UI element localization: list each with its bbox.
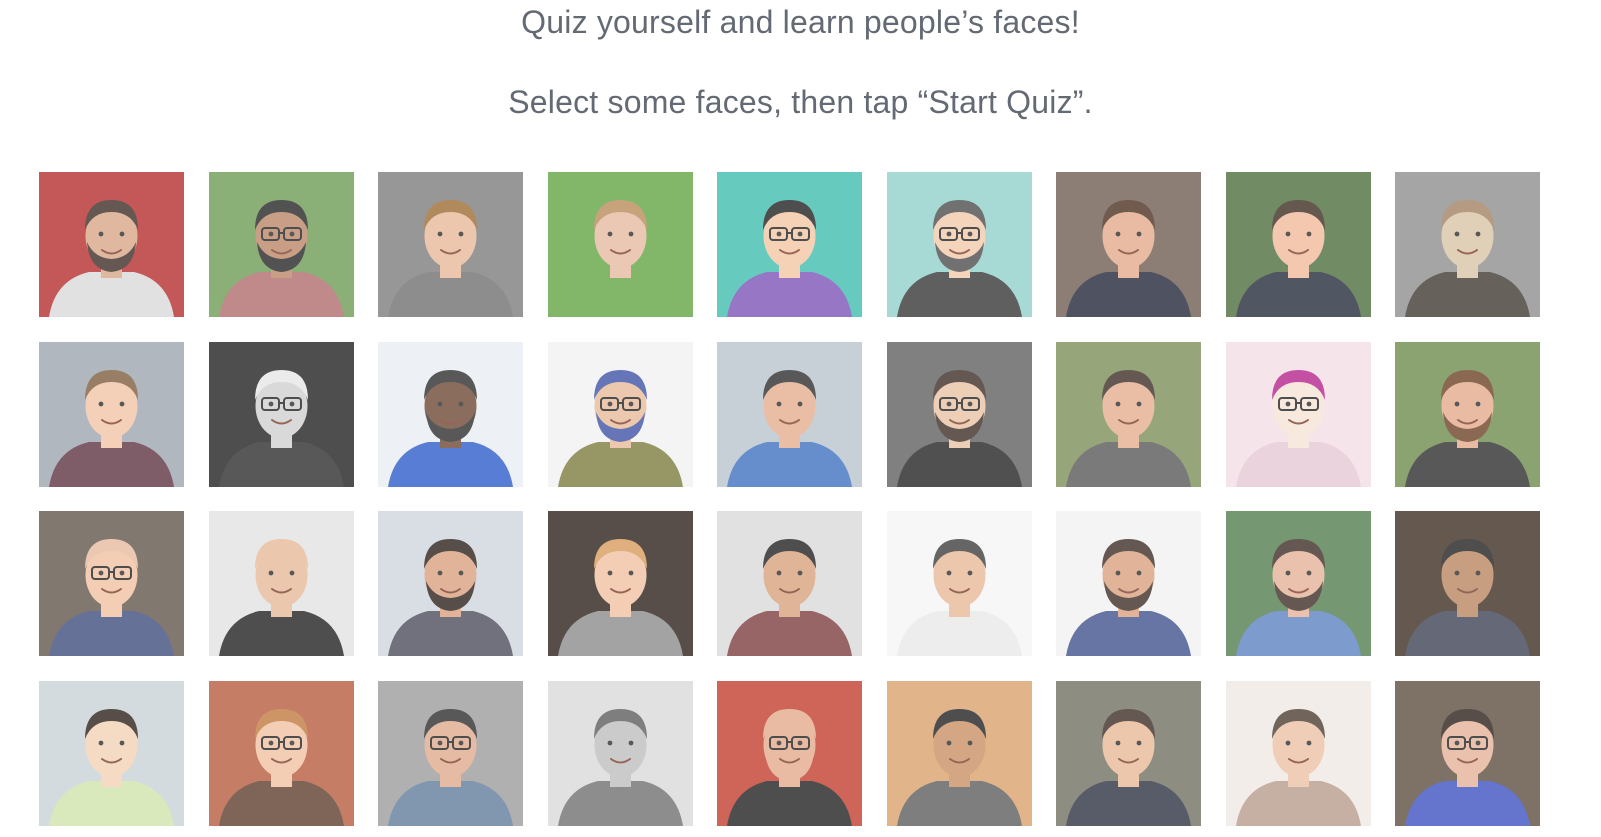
face-photo [547, 511, 693, 656]
face-tile[interactable] [1225, 511, 1371, 656]
face-photo [208, 511, 354, 656]
face-tile[interactable] [1056, 511, 1201, 656]
face-photo [547, 680, 693, 826]
face-tile[interactable] [39, 172, 184, 317]
face-photo [717, 172, 862, 317]
face-tile[interactable] [1395, 511, 1540, 656]
face-tile[interactable] [39, 680, 184, 826]
face-photo [378, 511, 523, 656]
face-photo [378, 172, 523, 317]
quiz-start-page: Quiz yourself and learn people’s faces! … [0, 0, 1601, 837]
face-tile[interactable] [1225, 172, 1371, 317]
face-tile[interactable] [547, 680, 693, 826]
face-tile[interactable] [378, 680, 523, 826]
face-tile[interactable] [717, 172, 862, 317]
face-tile[interactable] [1225, 341, 1371, 487]
face-tile[interactable] [547, 172, 693, 317]
face-photo [378, 341, 523, 487]
face-photo [886, 680, 1032, 826]
face-photo [1225, 511, 1371, 656]
face-photo [1056, 680, 1201, 826]
face-tile[interactable] [547, 511, 693, 656]
face-tile[interactable] [208, 341, 354, 487]
face-tile[interactable] [717, 341, 862, 487]
face-tile[interactable] [1056, 172, 1201, 317]
face-photo [1225, 172, 1371, 317]
face-grid [39, 172, 1540, 826]
face-photo [1056, 172, 1201, 317]
face-tile[interactable] [1395, 172, 1540, 317]
face-photo [717, 341, 862, 487]
face-photo [208, 172, 354, 317]
face-tile[interactable] [1395, 341, 1540, 487]
face-tile[interactable] [547, 341, 693, 487]
face-photo [378, 680, 523, 826]
face-tile[interactable] [1056, 680, 1201, 826]
face-photo [717, 680, 862, 826]
face-tile[interactable] [717, 680, 862, 826]
face-photo [886, 341, 1032, 487]
face-photo [1395, 341, 1540, 487]
face-tile[interactable] [1395, 680, 1540, 826]
intro-instructions: Select some faces, then tap “Start Quiz”… [508, 84, 1093, 120]
face-tile[interactable] [886, 172, 1032, 317]
face-tile[interactable] [717, 511, 862, 656]
face-tile[interactable] [378, 511, 523, 656]
face-tile[interactable] [378, 341, 523, 487]
face-tile[interactable] [378, 172, 523, 317]
face-tile[interactable] [208, 511, 354, 656]
face-photo [886, 172, 1032, 317]
face-photo [886, 511, 1032, 656]
face-tile[interactable] [39, 341, 184, 487]
face-photo [1395, 172, 1540, 317]
face-tile[interactable] [208, 172, 354, 317]
face-tile[interactable] [886, 341, 1032, 487]
face-photo [208, 680, 354, 826]
face-photo [1225, 341, 1371, 487]
face-tile[interactable] [39, 511, 184, 656]
face-photo [717, 511, 862, 656]
face-photo [1056, 341, 1201, 487]
face-photo [39, 680, 184, 826]
face-tile[interactable] [886, 511, 1032, 656]
face-photo [547, 172, 693, 317]
face-tile[interactable] [1225, 680, 1371, 826]
face-tile[interactable] [208, 680, 354, 826]
face-photo [208, 341, 354, 487]
intro-heading: Quiz yourself and learn people’s faces! [521, 4, 1080, 40]
face-photo [547, 341, 693, 487]
face-photo [39, 172, 184, 317]
face-tile[interactable] [886, 680, 1032, 826]
face-photo [1395, 511, 1540, 656]
face-photo [39, 341, 184, 487]
face-photo [39, 511, 184, 656]
face-photo [1225, 680, 1371, 826]
face-photo [1395, 680, 1540, 826]
face-photo [1056, 511, 1201, 656]
face-tile[interactable] [1056, 341, 1201, 487]
